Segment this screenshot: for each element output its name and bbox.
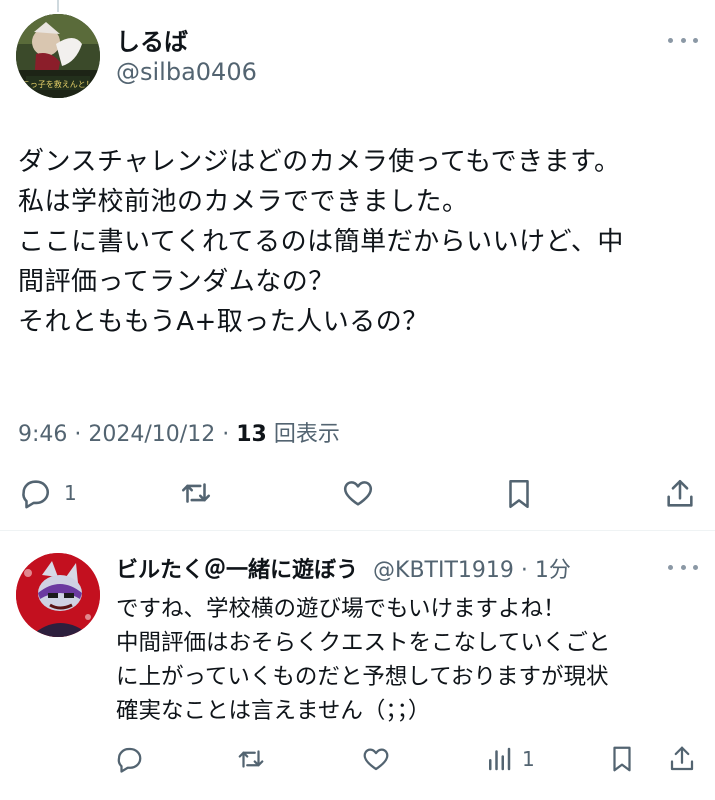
reply-author-avatar[interactable] xyxy=(16,553,100,637)
reply-time[interactable]: 1分 xyxy=(535,558,571,583)
tweet-text-line: それとももうA+取った人いるの？ xyxy=(18,307,429,337)
reply-share-button[interactable] xyxy=(667,744,697,774)
meta-separator: · xyxy=(520,558,535,583)
reply-more-options-icon[interactable] xyxy=(668,562,698,572)
heart-icon xyxy=(340,476,376,510)
reply-button[interactable]: 1 xyxy=(18,476,77,510)
share-button[interactable] xyxy=(663,476,697,512)
share-upload-icon xyxy=(663,476,697,512)
bar-chart-icon xyxy=(484,744,514,774)
reply-retweet-button[interactable] xyxy=(235,744,267,774)
share-upload-icon xyxy=(667,744,697,774)
meta-separator: · xyxy=(74,422,89,447)
retweet-arrows-icon xyxy=(178,476,214,510)
tweet-time[interactable]: 9:46 xyxy=(18,422,67,447)
views-count: 13 xyxy=(236,422,267,447)
reply-count: 1 xyxy=(64,481,77,505)
reply-views-button[interactable]: 1 xyxy=(484,744,535,774)
tweet-text-line: ここに書いてくれてるのは簡単だからいいけど、中 xyxy=(18,227,624,257)
comment-bubble-icon xyxy=(18,476,52,510)
retweet-arrows-icon xyxy=(235,744,267,774)
reply-bookmark-button[interactable] xyxy=(607,744,637,774)
reply-reply-button[interactable] xyxy=(114,744,144,774)
tweet-date[interactable]: 2024/10/12 xyxy=(88,422,215,447)
like-button[interactable] xyxy=(340,476,376,510)
bookmark-icon xyxy=(502,476,536,512)
reply-header: ビルたく＠一緒に遊ぼう @KBTIT1919 · 1分 xyxy=(116,552,571,584)
avatar-caption: こっ子を救えんと！ xyxy=(22,79,93,89)
reply-like-button[interactable] xyxy=(360,744,392,774)
retweet-button[interactable] xyxy=(178,476,214,510)
views-label: 回表示 xyxy=(273,422,340,447)
heart-icon xyxy=(360,744,392,774)
reply-text-line: 中間評価はおそらくクエストをこなしていくごと xyxy=(116,630,611,656)
author-display-name[interactable]: しるば xyxy=(116,22,188,57)
tweet-text-line: ダンスチャレンジはどのカメラ使ってもできます。 xyxy=(18,147,621,177)
reply-author-handle[interactable]: @KBTIT1919 xyxy=(373,558,514,583)
bookmark-button[interactable] xyxy=(502,476,536,512)
reply-text: ですね、学校横の遊び場でもいけますよね！ 中間評価はおそらくクエストをこなしてい… xyxy=(116,592,706,728)
thread-connector-line xyxy=(57,0,59,12)
tweet-meta: 9:46 · 2024/10/12 · 13 回表示 xyxy=(18,416,340,448)
reply-views-count: 1 xyxy=(522,747,535,771)
more-options-icon[interactable] xyxy=(668,35,698,45)
reply-author-display-name[interactable]: ビルたく＠一緒に遊ぼう xyxy=(116,558,358,583)
tweet-text-line: 間評価ってランダムなの？ xyxy=(18,267,335,297)
tweet-text-line: 私は学校前池のカメラでできました。 xyxy=(18,187,469,217)
reply-text-line: 確実なことは言えません（；；） xyxy=(116,698,431,724)
author-handle[interactable]: @silba0406 xyxy=(116,58,257,86)
reply-text-line: ですね、学校横の遊び場でもいけますよね！ xyxy=(116,596,566,622)
tweet-divider xyxy=(0,530,715,531)
reply-text-line: に上がっていくものだと予想しておりますが現状 xyxy=(116,664,609,690)
bookmark-icon xyxy=(607,744,637,774)
author-avatar[interactable]: こっ子を救えんと！ xyxy=(16,14,100,98)
comment-bubble-icon xyxy=(114,744,144,774)
tweet-text: ダンスチャレンジはどのカメラ使ってもできます。 私は学校前池のカメラでできました… xyxy=(18,142,708,342)
meta-separator: · xyxy=(222,422,237,447)
